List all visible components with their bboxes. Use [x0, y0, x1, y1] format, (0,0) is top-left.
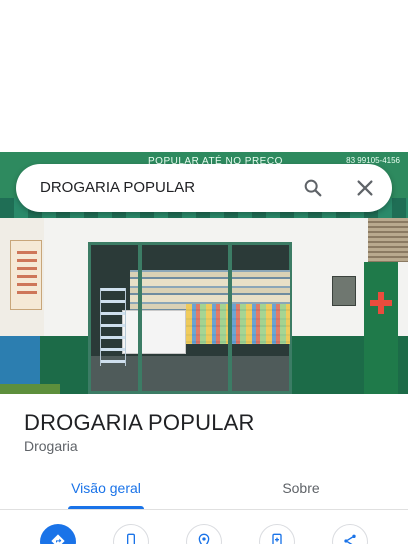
search-query[interactable]: DROGARIA POPULAR	[40, 179, 195, 196]
tab-overview[interactable]: Visão geral	[24, 466, 188, 510]
action-row	[0, 518, 408, 544]
left-base-panel	[0, 336, 40, 386]
location-icon	[198, 533, 210, 544]
search-icon[interactable]	[302, 177, 324, 199]
place-category[interactable]: Drogaria	[24, 438, 78, 454]
share-icon	[344, 534, 356, 544]
electric-meter	[332, 276, 356, 306]
location-button[interactable]	[186, 524, 222, 544]
close-icon[interactable]	[354, 177, 376, 199]
tab-bar: Visão geral Sobre	[0, 466, 408, 510]
roof-tiles	[368, 218, 408, 262]
share-button[interactable]	[332, 524, 368, 544]
grass	[0, 384, 60, 394]
store-counter	[122, 310, 186, 354]
search-bar[interactable]: DROGARIA POPULAR	[16, 164, 392, 212]
store-products	[186, 304, 290, 344]
door-frame	[138, 242, 142, 394]
left-banner	[10, 240, 42, 310]
door-frame	[228, 242, 232, 394]
save-button[interactable]	[259, 524, 295, 544]
place-title: DROGARIA POPULAR	[24, 410, 255, 435]
tab-selected-indicator	[68, 506, 144, 509]
directions-button[interactable]	[40, 524, 76, 544]
tab-about[interactable]: Sobre	[218, 466, 384, 510]
phone-icon	[127, 533, 135, 544]
call-button[interactable]	[113, 524, 149, 544]
right-banner	[364, 262, 398, 394]
display-rack	[100, 288, 126, 366]
save-icon	[272, 533, 282, 544]
directions-icon	[51, 534, 65, 544]
